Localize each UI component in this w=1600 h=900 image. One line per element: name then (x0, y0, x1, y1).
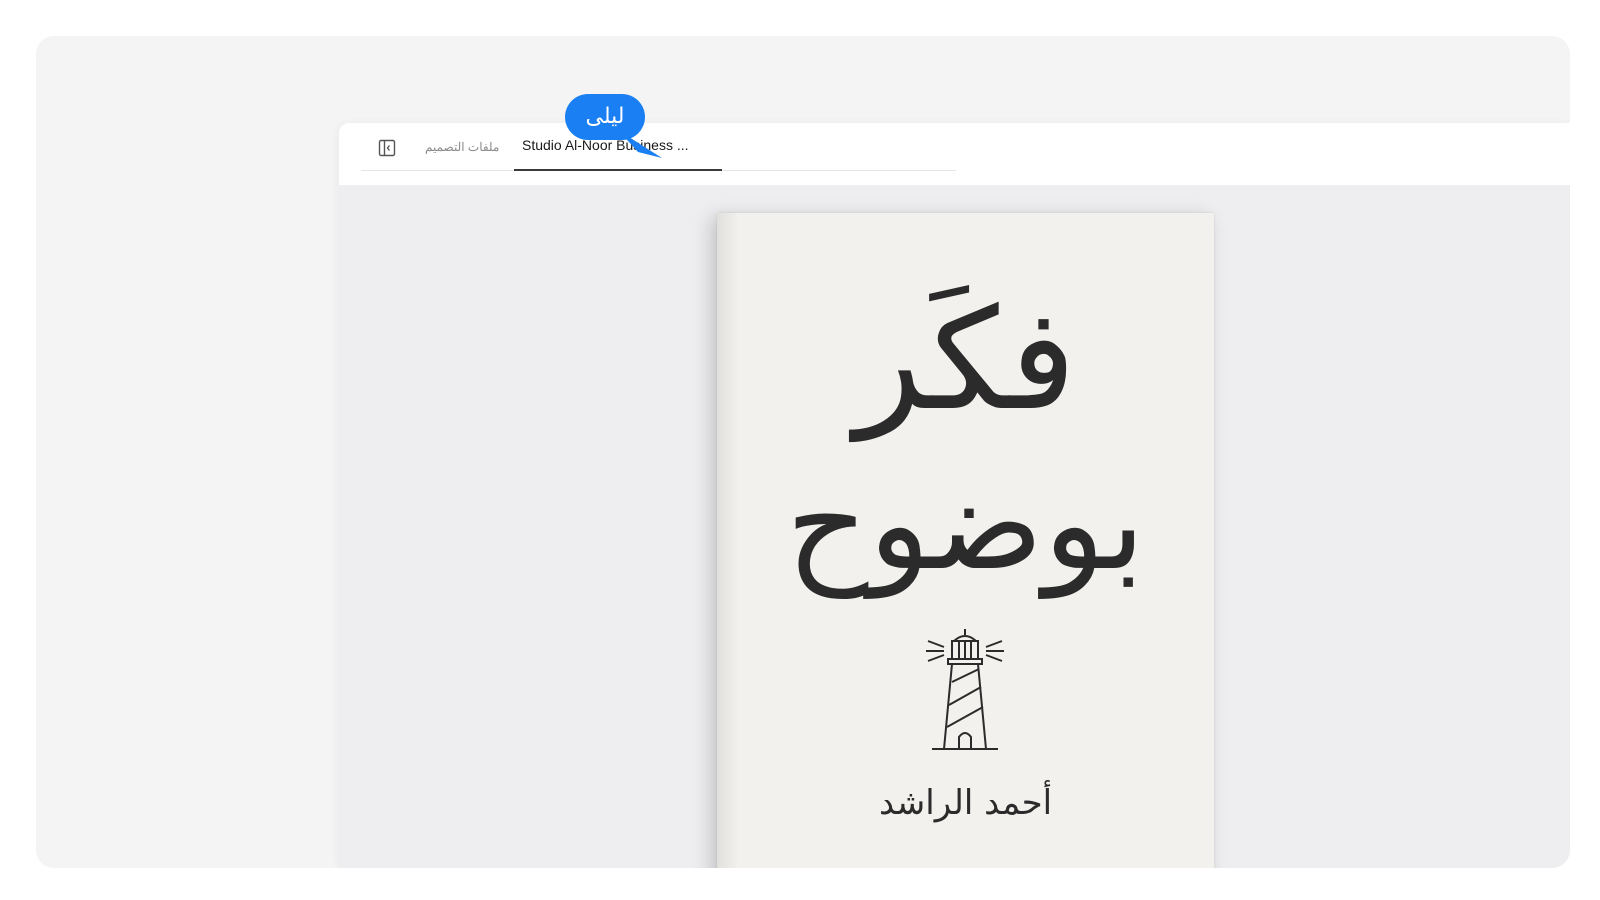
book-cover[interactable]: فكَر بوضوح أحمد الراشد (717, 213, 1214, 868)
design-window: ملفات التصميم Studio Al-Noor Business ..… (339, 123, 1570, 868)
sidebar-toggle-icon[interactable] (378, 139, 396, 157)
book-author: أحمد الراشد (878, 783, 1053, 823)
book-title-line-2: بوضوح (785, 450, 1146, 599)
tab-bar: ملفات التصميم Studio Al-Noor Business ..… (339, 123, 1570, 186)
book-title-line-1: فكَر (854, 279, 1077, 442)
tab-design-files[interactable]: ملفات التصميم (425, 140, 499, 173)
collaborator-cursor-icon (618, 130, 662, 158)
app-frame: ملفات التصميم Studio Al-Noor Business ..… (36, 36, 1570, 868)
design-canvas[interactable]: فكَر بوضوح أحمد الراشد (339, 185, 1570, 868)
lighthouse-icon (926, 629, 1004, 750)
